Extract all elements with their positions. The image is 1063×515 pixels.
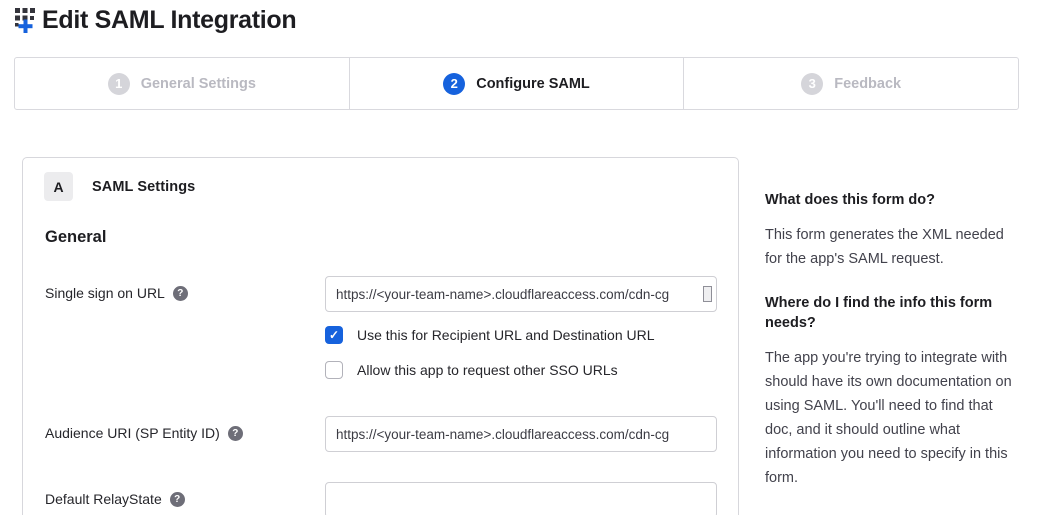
section-header: A SAML Settings (44, 172, 738, 201)
help-icon[interactable] (173, 286, 188, 301)
default-relaystate-label: Default RelayState (45, 491, 162, 507)
page-header: Edit SAML Integration (14, 5, 296, 35)
step-number-badge: 2 (443, 73, 465, 95)
app-grid-add-icon (14, 5, 41, 35)
general-group-heading: General (45, 228, 738, 247)
default-relaystate-input[interactable] (325, 482, 717, 515)
help-icon[interactable] (170, 492, 185, 507)
other-sso-urls-checkbox-row: Allow this app to request other SSO URLs (325, 361, 717, 379)
audience-uri-input[interactable] (325, 416, 717, 452)
single-sign-on-url-input-wrap (325, 276, 717, 312)
page-title: Edit SAML Integration (42, 6, 296, 35)
field-label-col: Single sign on URL (45, 276, 325, 379)
field-row-default-relaystate: Default RelayState If no value is set, a… (45, 482, 738, 515)
recipient-url-checkbox-label: Use this for Recipient URL and Destinati… (357, 327, 655, 343)
wizard-step-bar: 1 General Settings 2 Configure SAML 3 Fe… (14, 57, 1019, 110)
sidebar-body-what: This form generates the XML needed for t… (765, 223, 1017, 271)
step-label: Feedback (834, 76, 901, 92)
recipient-url-checkbox-row: Use this for Recipient URL and Destinati… (325, 326, 717, 344)
sidebar-body-where: The app you're trying to integrate with … (765, 346, 1017, 490)
field-label-col: Audience URI (SP Entity ID) (45, 416, 325, 452)
step-number-badge: 3 (801, 73, 823, 95)
field-control-col: Use this for Recipient URL and Destinati… (325, 276, 717, 379)
section-badge: A (44, 172, 73, 201)
section-title: SAML Settings (92, 179, 195, 195)
other-sso-urls-checkbox-label: Allow this app to request other SSO URLs (357, 362, 618, 378)
single-sign-on-url-label: Single sign on URL (45, 285, 165, 301)
sidebar-heading-where: Where do I find the info this form needs… (765, 293, 1017, 333)
recipient-url-checkbox[interactable] (325, 326, 343, 344)
step-label: General Settings (141, 76, 256, 92)
single-sign-on-url-input[interactable] (325, 276, 717, 312)
sidebar-heading-what: What does this form do? (765, 190, 1017, 210)
field-control-col (325, 416, 717, 452)
step-label: Configure SAML (476, 76, 590, 92)
text-cursor (703, 286, 712, 302)
step-general-settings[interactable]: 1 General Settings (15, 58, 349, 109)
audience-uri-label: Audience URI (SP Entity ID) (45, 425, 220, 441)
step-configure-saml[interactable]: 2 Configure SAML (349, 58, 684, 109)
edit-saml-integration-page: Edit SAML Integration 1 General Settings… (0, 0, 1063, 515)
saml-settings-panel: A SAML Settings General Single sign on U… (22, 157, 739, 515)
step-feedback[interactable]: 3 Feedback (683, 58, 1018, 109)
other-sso-urls-checkbox[interactable] (325, 361, 343, 379)
step-number-badge: 1 (108, 73, 130, 95)
help-sidebar: What does this form do? This form genera… (765, 190, 1017, 512)
field-row-single-sign-on-url: Single sign on URL Use this for Recipien… (45, 276, 738, 379)
field-row-audience-uri: Audience URI (SP Entity ID) (45, 416, 738, 452)
field-control-col: If no value is set, a blank RelayState i… (325, 482, 717, 515)
help-icon[interactable] (228, 426, 243, 441)
field-label-col: Default RelayState (45, 482, 325, 515)
